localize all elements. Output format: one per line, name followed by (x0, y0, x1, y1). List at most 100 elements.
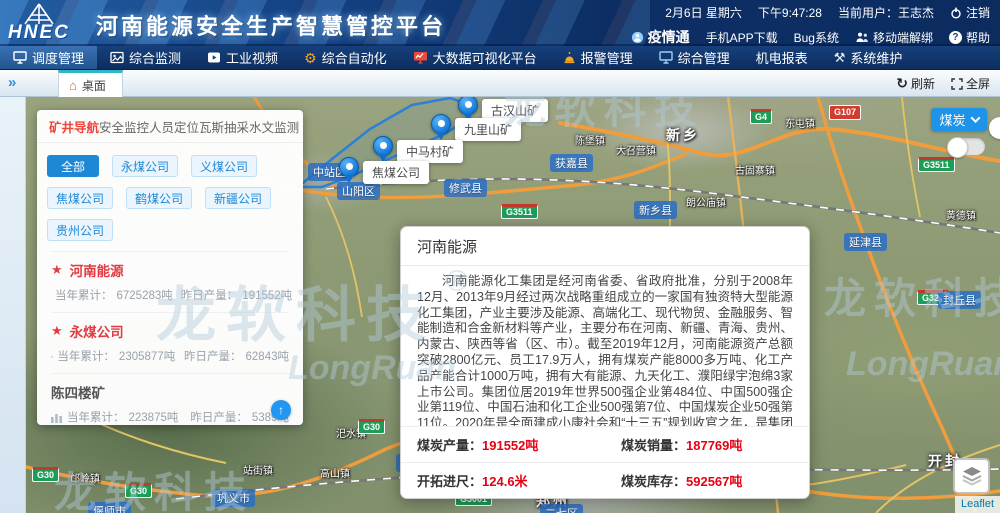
fullscreen-icon (951, 78, 963, 90)
wrench-icon: ⚒ (834, 51, 846, 64)
map-pin-icon (373, 136, 393, 156)
tab-personnel-location[interactable]: 人员定位 (149, 117, 199, 136)
map-place-label: 站街镇 (243, 462, 273, 477)
filter-button[interactable]: 义煤公司 (191, 155, 257, 177)
nav-item-automation[interactable]: ⚙ 综合自动化 (291, 46, 400, 69)
current-user: 当前用户：王志杰 (838, 4, 934, 21)
map-place-label: 延津县 (844, 233, 887, 251)
mine-list-item[interactable]: 陈四楼矿 当年累计：223875吨 昨日产量：5389吨 (51, 373, 289, 425)
app-download-link[interactable]: 手机APP下载 (706, 29, 778, 46)
mine-name: 永煤公司 (51, 321, 289, 341)
layer-toggle-switch[interactable] (947, 138, 985, 155)
tab-hydrology[interactable]: 水文监测 (249, 117, 299, 136)
tab-desktop[interactable]: ⌂ 桌面 (58, 70, 123, 97)
map-place-label: G3511 (918, 157, 955, 172)
map-pin-icon (431, 114, 451, 134)
nav-item-maintenance[interactable]: ⚒ 系统维护 (821, 46, 916, 69)
star-icon (51, 262, 63, 278)
header-time: 下午9:47:28 (758, 4, 822, 21)
filter-button[interactable]: 焦煤公司 (47, 187, 113, 209)
mine-list: 河南能源 当年累计：6725283吨 昨日产量：191552吨 (37, 251, 303, 425)
siren-icon (563, 51, 576, 64)
hnec-logo: HNEC (8, 3, 70, 41)
map-place-label: 邙岭镇 (70, 470, 100, 485)
logo-text: HNEC (8, 25, 70, 41)
gear-icon: ⚙ (304, 51, 317, 65)
nav-item-admin[interactable]: 综合管理 (646, 46, 743, 69)
nav-item-dispatch[interactable]: 调度管理 (0, 46, 97, 69)
logout-button[interactable]: 注销 (950, 4, 990, 21)
refresh-icon: ↻ (896, 75, 908, 92)
tab-safety-monitoring[interactable]: 安全监控 (99, 117, 149, 136)
mine-stats: 当年累计：223875吨 昨日产量：5389吨 (51, 409, 289, 425)
mine-marker-label: 九里山矿 (455, 118, 521, 141)
fullscreen-button[interactable]: 全屏 (951, 75, 990, 92)
mine-info-popup: 河南能源 河南能源化工集团是经河南省委、省政府批准，分别于2008年12月、20… (400, 226, 810, 499)
filter-button[interactable]: 贵州公司 (47, 219, 113, 241)
app-window: HNEC 河南能源安全生产智慧管控平台 2月6日 星期六 下午9:47:28 当… (0, 0, 1000, 513)
people-icon (855, 31, 869, 43)
map-place-label: G30 (125, 483, 152, 498)
filter-button[interactable]: 永煤公司 (112, 155, 178, 177)
stat-coal-sales: 煤炭销量：187769吨 (605, 427, 809, 462)
layers-control-button[interactable] (953, 458, 990, 494)
bug-system-link[interactable]: Bug系统 (794, 29, 839, 46)
bigdata-screen-icon (413, 51, 428, 64)
image-icon (110, 51, 124, 64)
home-icon: ⌂ (69, 78, 77, 93)
map-place-label: G30 (358, 419, 385, 434)
map-place-label: 二七区 (540, 504, 583, 513)
help-link[interactable]: 帮助 (949, 29, 990, 46)
popup-title: 河南能源 (401, 227, 809, 266)
map-place-label: 封丘县 (938, 291, 981, 309)
page-title: 河南能源安全生产智慧管控平台 (96, 9, 446, 41)
map-pin-icon (339, 157, 359, 177)
coal-layer-button[interactable]: 煤炭 (931, 108, 987, 131)
map-place-label: G107 (829, 105, 861, 120)
filter-button[interactable]: 全部 (47, 155, 99, 177)
filter-button[interactable]: 新疆公司 (205, 187, 271, 209)
filter-button[interactable]: 鹤煤公司 (126, 187, 192, 209)
mine-list-item[interactable]: 永煤公司 当年累计：2305877吨 昨日产量：62843吨 (51, 312, 289, 373)
mine-stats: 当年累计：2305877吨 昨日产量：62843吨 (51, 348, 289, 364)
mine-stats: 当年累计：6725283吨 昨日产量：191552吨 (51, 287, 289, 303)
map-place-label: G3511 (501, 204, 538, 219)
map-place-label: 朗公庙镇 (686, 194, 726, 209)
mobile-unbind-link[interactable]: 移动端解绑 (855, 29, 933, 46)
map-place-label: 获嘉县 (550, 154, 593, 172)
refresh-button[interactable]: ↻ 刷新 (896, 75, 935, 92)
monitor-icon (13, 51, 27, 64)
map-place-label: 大召营镇 (616, 142, 656, 157)
nav-item-bigdata[interactable]: 大数据可视化平台 (400, 46, 550, 69)
mine-name: 河南能源 (51, 260, 289, 280)
popup-description: 河南能源化工集团是经河南省委、省政府批准，分别于2008年12月、2013年9月… (401, 266, 809, 426)
epidemic-link[interactable]: 疫情通 (631, 27, 690, 46)
map-place-label: 黄德镇 (946, 207, 976, 222)
map-place-label: 陈堡镇 (575, 132, 605, 147)
nav-item-monitoring[interactable]: 综合监测 (97, 46, 194, 69)
expand-menu-button[interactable]: » (8, 74, 16, 91)
chevron-down-icon (970, 113, 980, 123)
tab-bar: » ⌂ 桌面 ↻ 刷新 全屏 (0, 70, 1000, 97)
map-place-label: 巩义市 (212, 489, 255, 507)
monitor-icon (659, 51, 673, 64)
nav-item-industrial-video[interactable]: 工业视频 (194, 46, 291, 69)
mine-name: 陈四楼矿 (51, 382, 289, 402)
app-header: HNEC 河南能源安全生产智慧管控平台 2月6日 星期六 下午9:47:28 当… (0, 0, 1000, 46)
header-date: 2月6日 星期六 (665, 4, 742, 21)
help-icon (949, 31, 962, 44)
nav-item-alarm[interactable]: 报警管理 (550, 46, 646, 69)
mine-list-item[interactable]: 河南能源 当年累计：6725283吨 昨日产量：191552吨 (51, 251, 289, 312)
panel-tabs: 矿井导航 安全监控 人员定位 瓦斯抽采 水文监测 (37, 110, 303, 143)
map-place-label: 山阳区 (337, 182, 380, 200)
leaflet-link[interactable]: Leaflet (961, 498, 994, 510)
tab-gas-drainage[interactable]: 瓦斯抽采 (199, 117, 249, 136)
mine-marker-label: 焦煤公司 (363, 161, 429, 184)
tab-mine-navigation[interactable]: 矿井导航 (49, 117, 99, 136)
scroll-top-button[interactable] (271, 400, 291, 420)
stat-coal-inventory: 煤炭库存：592567吨 (605, 463, 809, 498)
bar-chart-icon (51, 351, 53, 362)
nav-item-electromech-report[interactable]: 机电报表 (743, 46, 821, 69)
map-place-label: 新乡县 (634, 201, 677, 219)
collapsed-sidebar (0, 97, 26, 513)
